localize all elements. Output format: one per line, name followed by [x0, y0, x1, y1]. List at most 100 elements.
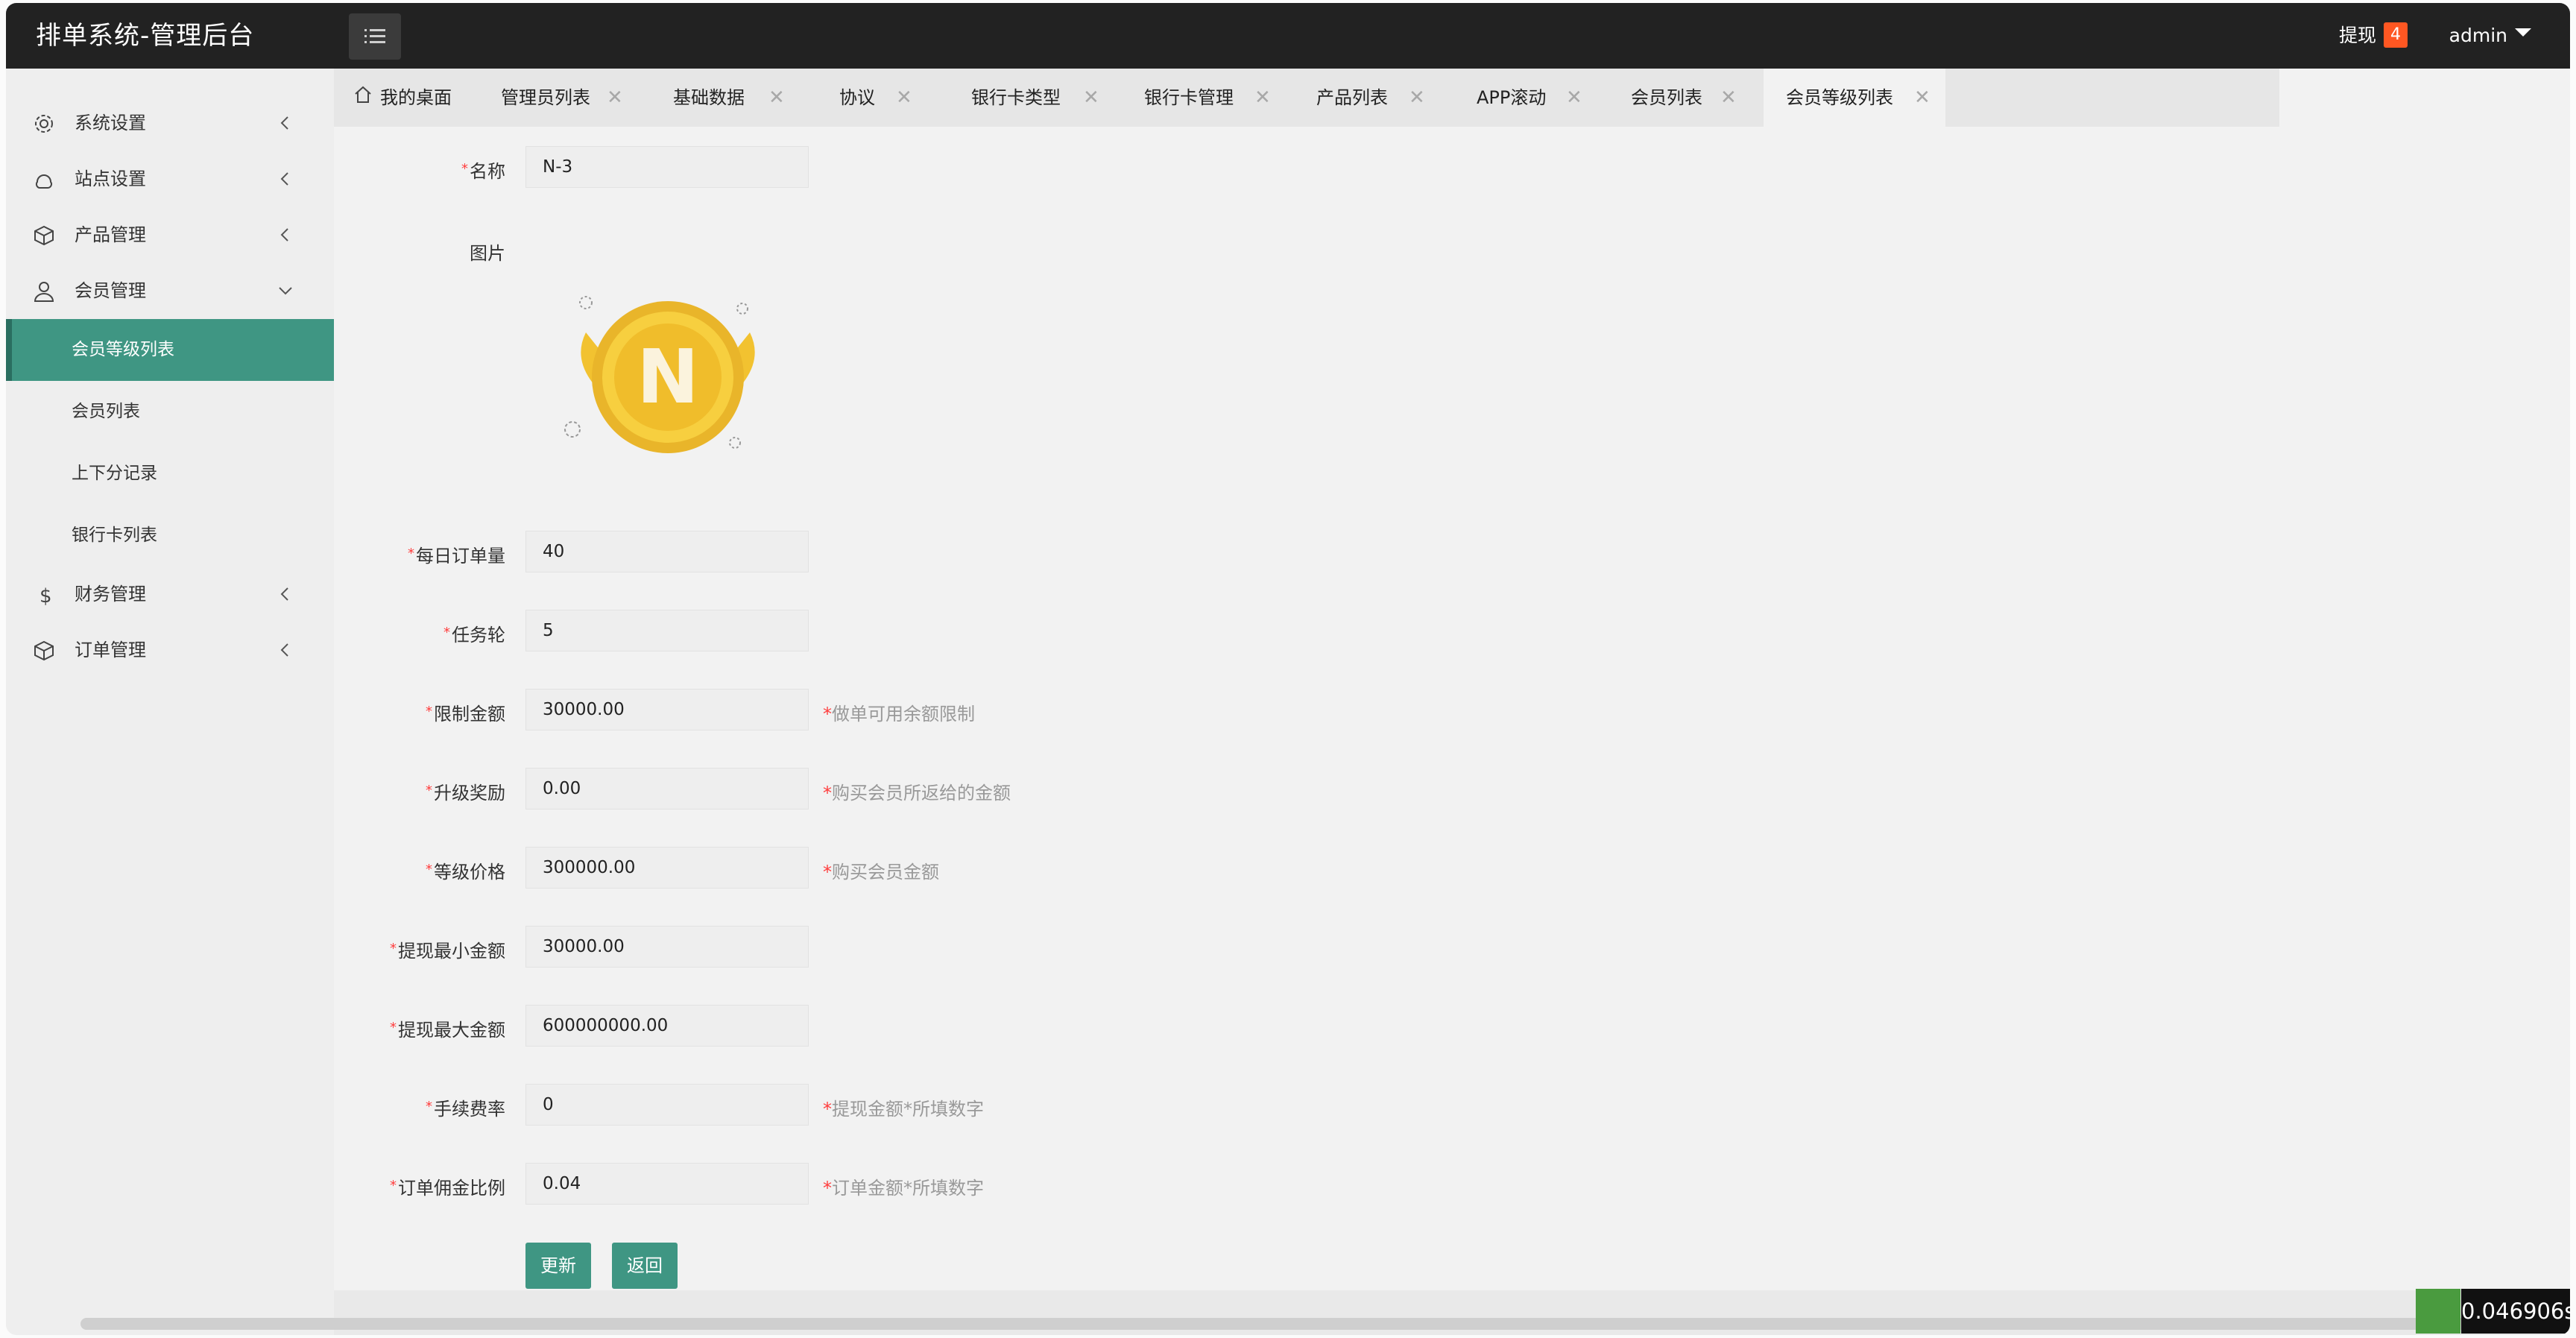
user-menu[interactable]: admin [2449, 3, 2531, 69]
close-icon[interactable]: ✕ [1566, 69, 1582, 127]
withdraw-min-input[interactable] [525, 926, 809, 968]
sidebar-item-order-management[interactable]: 订单管理 [6, 622, 334, 678]
tab-label: 基础数据 [673, 87, 745, 108]
upgrade-reward-input[interactable] [525, 768, 809, 810]
box-icon [34, 225, 54, 246]
tab-agreement[interactable]: 协议 ✕ [839, 69, 921, 127]
horizontal-scrollbar[interactable] [80, 1318, 2540, 1330]
site-icon [35, 174, 52, 189]
sidebar-item-product-management[interactable]: 产品管理 [6, 207, 334, 263]
fee-rate-input[interactable] [525, 1084, 809, 1126]
tab-bar: 我的桌面 管理员列表 ✕ 基础数据 ✕ 协议 ✕ 银行卡类型 ✕ 银行卡管理 ✕… [334, 69, 2279, 127]
tab-bank-card-management[interactable]: 银行卡管理 ✕ [1144, 69, 1278, 127]
withdraw-notice[interactable]: 提现 4 [2339, 3, 2408, 69]
field-label: *提现最小金额 [390, 941, 505, 962]
box-icon [34, 640, 54, 661]
sidebar-sub-item-member-list[interactable]: 会员列表 [6, 381, 334, 443]
sidebar-item-label: 站点设置 [75, 168, 146, 189]
tab-label: APP滚动 [1477, 87, 1547, 108]
withdraw-max-input[interactable] [525, 1005, 809, 1047]
withdraw-label: 提现 [2338, 25, 2376, 46]
chevron-down-icon [279, 287, 292, 295]
sidebar-item-system-settings[interactable]: 系统设置 [6, 95, 334, 151]
tab-basic-data[interactable]: 基础数据 ✕ [673, 69, 792, 127]
field-label: *订单佣金比例 [390, 1178, 505, 1199]
sidebar-item-label: 订单管理 [75, 640, 146, 660]
tab-member-levels[interactable]: 会员等级列表 ✕ [1764, 69, 1945, 127]
leaf-logo-icon [2416, 1289, 2460, 1334]
chevron-left-icon [280, 116, 288, 130]
chevron-left-icon [280, 228, 288, 242]
limit-amount-input[interactable] [525, 689, 809, 730]
field-hint: *提现金额*所填数字 [823, 1099, 984, 1120]
tab-label: 管理员列表 [501, 87, 590, 108]
field-hint: *订单金额*所填数字 [823, 1178, 984, 1199]
svg-text:$: $ [40, 585, 52, 606]
field-label: *名称 [461, 161, 505, 182]
gear-icon [35, 115, 53, 133]
tab-label: 会员等级列表 [1786, 87, 1893, 108]
sidebar-sub-item-member-levels[interactable]: 会员等级列表 [6, 319, 334, 381]
level-image[interactable]: N [556, 280, 780, 474]
chevron-left-icon [280, 172, 288, 186]
tab-app-scroll[interactable]: APP滚动 ✕ [1477, 69, 1596, 127]
tab-label: 产品列表 [1316, 87, 1388, 108]
field-hint: *购买会员金额 [823, 862, 939, 883]
close-icon[interactable]: ✕ [1720, 69, 1737, 127]
tab-bank-card-types[interactable]: 银行卡类型 ✕ [971, 69, 1105, 127]
back-button[interactable]: 返回 [612, 1243, 678, 1289]
sidebar-item-finance-management[interactable]: $ 财务管理 [6, 567, 334, 622]
edit-level-form: *名称 图片 N *每日订单量 *任务轮 [334, 127, 2570, 1290]
coin-letter: N [637, 333, 699, 420]
sidebar-item-label: 系统设置 [75, 113, 146, 133]
close-icon[interactable]: ✕ [896, 69, 912, 127]
user-icon [34, 282, 54, 302]
tab-label: 我的桌面 [380, 87, 452, 108]
close-icon[interactable]: ✕ [607, 69, 623, 127]
tab-member-list[interactable]: 会员列表 ✕ [1631, 69, 1750, 127]
chevron-left-icon [280, 587, 288, 601]
field-label: *任务轮 [443, 625, 505, 646]
tab-label: 银行卡管理 [1144, 87, 1234, 108]
level-price-input[interactable] [525, 847, 809, 889]
home-icon [355, 86, 371, 103]
field-label: *手续费率 [426, 1099, 505, 1120]
dollar-icon: $ [40, 585, 52, 606]
sidebar-item-member-management[interactable]: 会员管理 [6, 263, 334, 319]
tab-label: 协议 [839, 87, 875, 108]
daily-orders-input[interactable] [525, 531, 809, 572]
field-label: 图片 [470, 243, 505, 264]
app-window: 排单系统-管理后台 提现 4 admin 系统设置 站点设置 产品管理 会员管理… [6, 3, 2570, 1335]
sidebar-item-label: 会员管理 [75, 280, 146, 301]
list-icon [364, 29, 385, 43]
field-hint: *做单可用余额限制 [823, 704, 975, 725]
close-icon[interactable]: ✕ [768, 69, 785, 127]
app-title: 排单系统-管理后台 [36, 21, 255, 51]
menu-toggle-button[interactable] [349, 13, 401, 60]
sidebar-item-label: 财务管理 [75, 584, 146, 605]
tab-product-list[interactable]: 产品列表 ✕ [1316, 69, 1436, 127]
sidebar-sub-item-bank-cards[interactable]: 银行卡列表 [6, 505, 334, 567]
task-rounds-input[interactable] [525, 610, 809, 651]
field-label: *限制金额 [426, 704, 505, 725]
username: admin [2449, 25, 2507, 46]
top-header: 排单系统-管理后台 提现 4 admin [6, 3, 2570, 69]
commission-rate-input[interactable] [525, 1163, 809, 1205]
tab-my-desktop[interactable]: 我的桌面 [353, 69, 465, 127]
close-icon[interactable]: ✕ [1254, 69, 1271, 127]
sidebar-item-label: 产品管理 [75, 224, 146, 245]
close-icon[interactable]: ✕ [1083, 69, 1099, 127]
sidebar-sub-item-balance-records[interactable]: 上下分记录 [6, 443, 334, 505]
field-label: *升级奖励 [426, 783, 505, 804]
chevron-left-icon [280, 643, 288, 657]
name-input[interactable] [525, 146, 809, 188]
update-button[interactable]: 更新 [525, 1243, 591, 1289]
page-load-timer: 0.046906s [2461, 1289, 2570, 1334]
field-label: *提现最大金额 [390, 1020, 505, 1041]
tab-admin-list[interactable]: 管理员列表 ✕ [501, 69, 635, 127]
sidebar-item-site-settings[interactable]: 站点设置 [6, 151, 334, 207]
tab-label: 银行卡类型 [971, 87, 1061, 108]
withdraw-count-badge: 4 [2384, 22, 2408, 48]
close-icon[interactable]: ✕ [1914, 69, 1931, 127]
close-icon[interactable]: ✕ [1409, 69, 1425, 127]
